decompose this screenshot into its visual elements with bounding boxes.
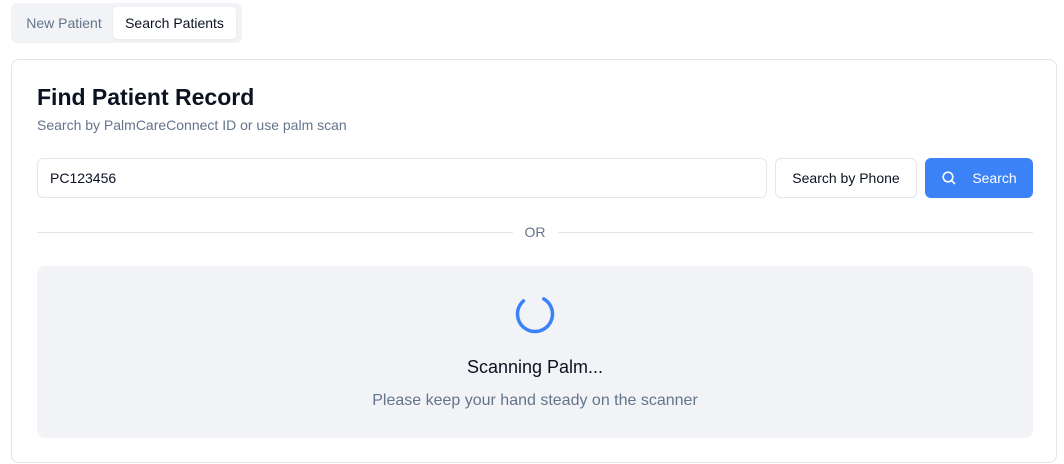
divider-line-right [557, 231, 1033, 233]
palm-scan-panel: Scanning Palm... Please keep your hand s… [37, 266, 1033, 438]
search-button[interactable]: Search [925, 158, 1033, 198]
search-icon [941, 170, 957, 186]
tab-search-patients[interactable]: Search Patients [113, 7, 236, 39]
loading-spinner-icon [515, 294, 555, 334]
search-button-label: Search [972, 170, 1017, 186]
divider-line-left [37, 231, 513, 233]
or-divider: OR [37, 222, 1033, 242]
tab-bar: New Patient Search Patients [11, 3, 242, 43]
card-subtitle: Search by PalmCareConnect ID or use palm… [37, 117, 347, 133]
scan-status-message: Please keep your hand steady on the scan… [372, 392, 698, 409]
search-by-phone-label: Search by Phone [792, 170, 900, 186]
divider-label: OR [524, 224, 546, 240]
tab-new-patient[interactable]: New Patient [15, 7, 113, 39]
patient-id-input[interactable] [37, 158, 767, 198]
find-patient-card: Find Patient Record Search by PalmCareCo… [11, 59, 1057, 463]
search-by-phone-button[interactable]: Search by Phone [775, 158, 917, 198]
card-title: Find Patient Record [37, 84, 255, 110]
scan-status-title: Scanning Palm... [466, 357, 604, 377]
